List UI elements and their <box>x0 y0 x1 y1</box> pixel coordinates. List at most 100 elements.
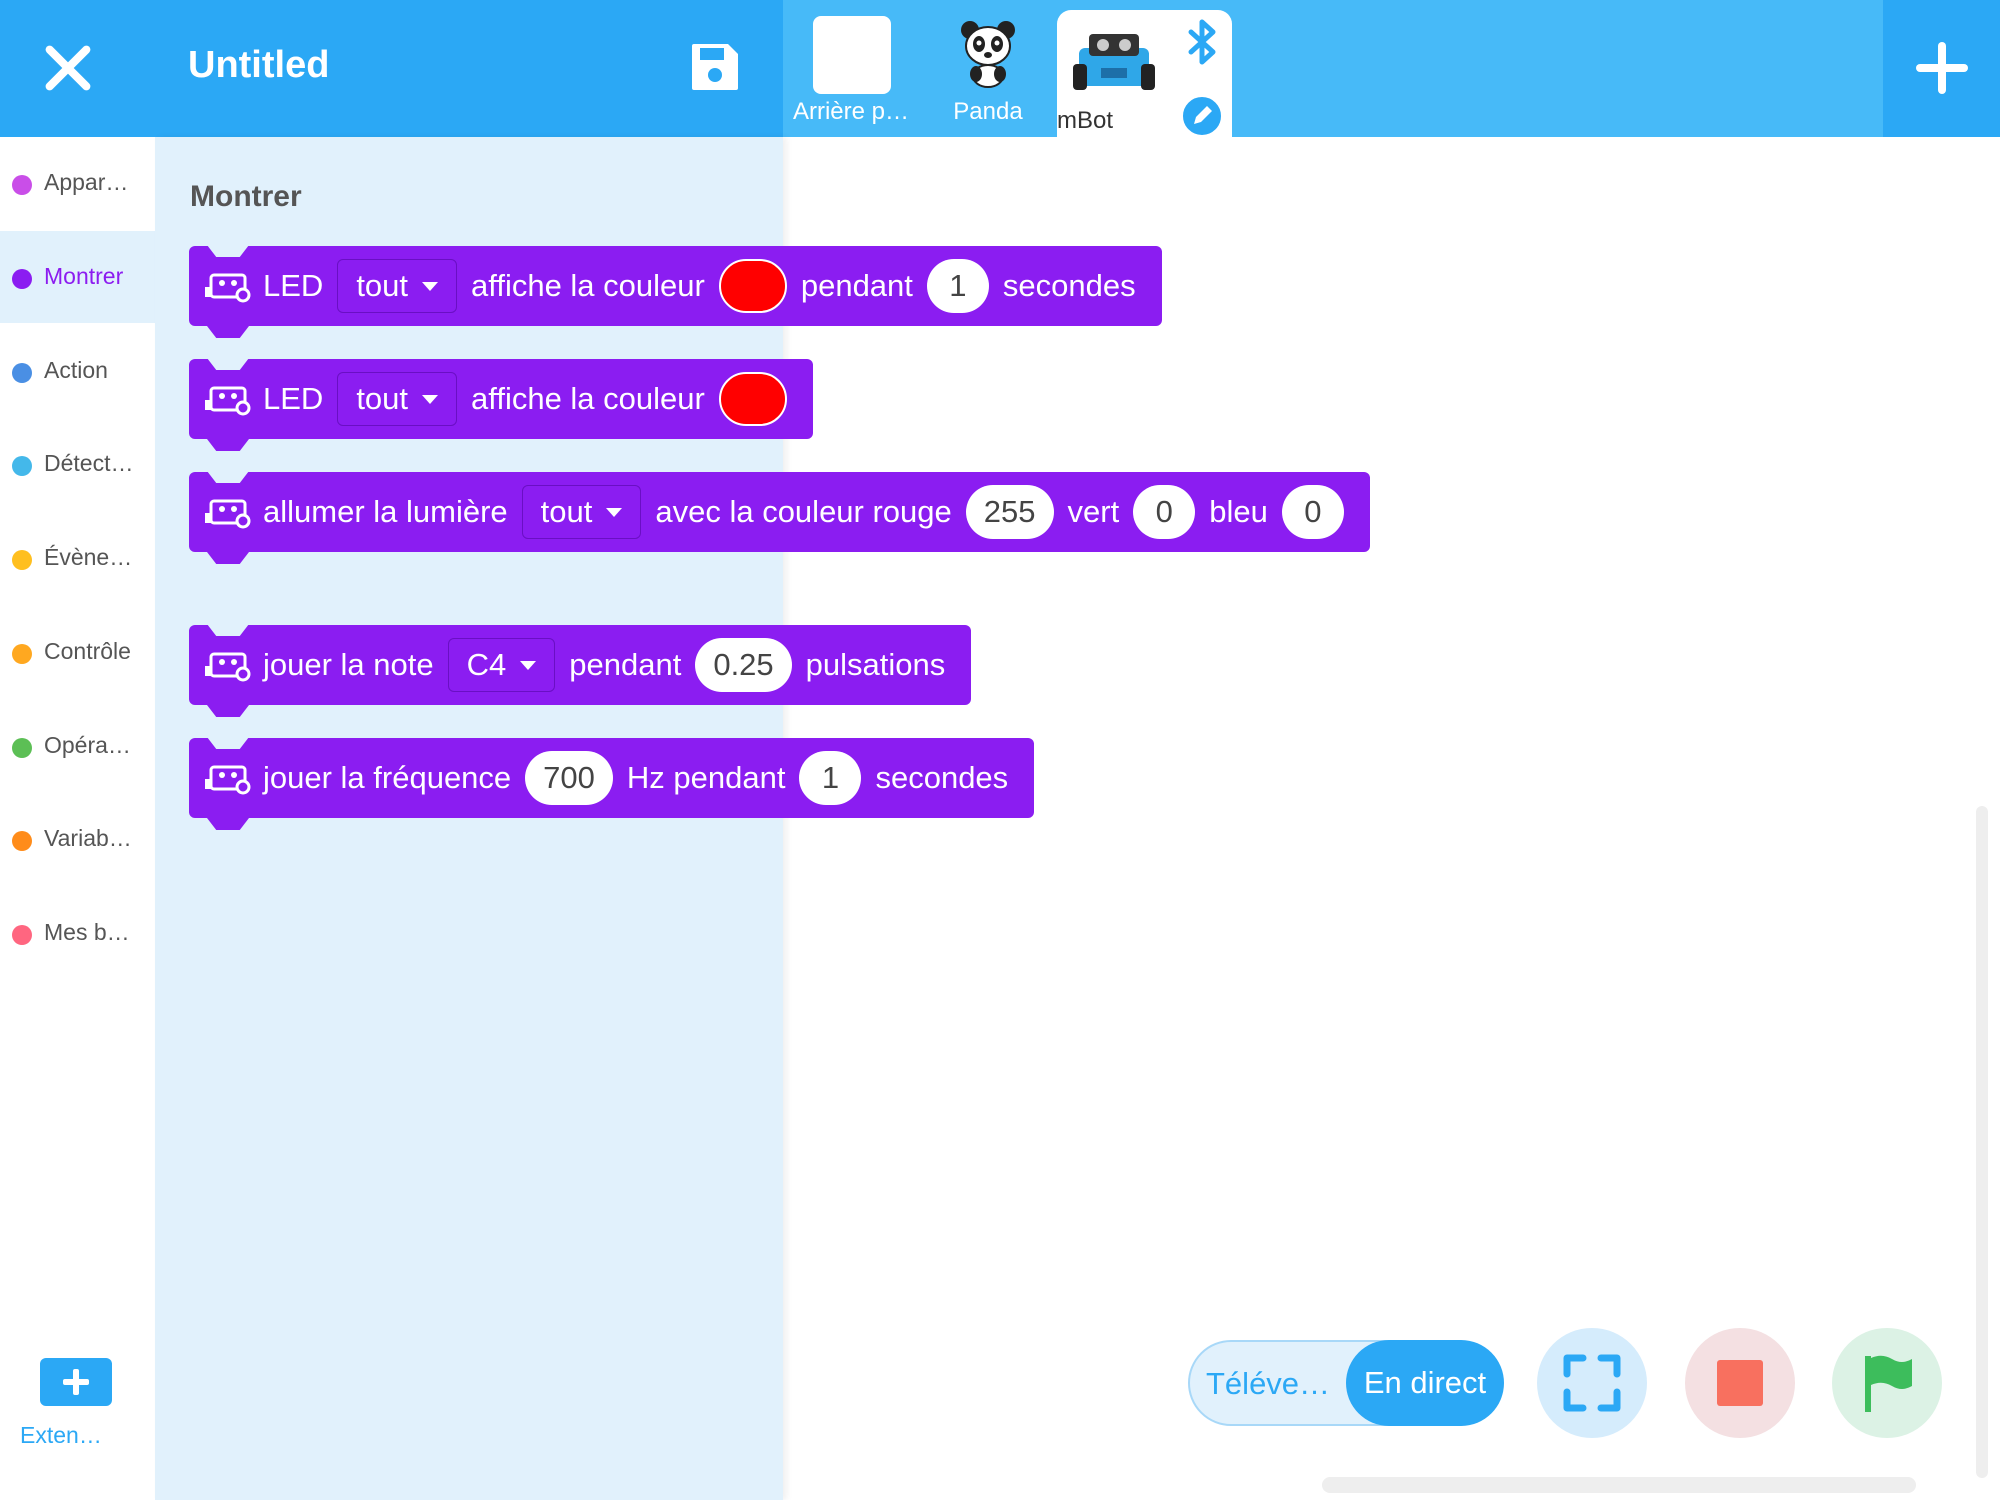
block-text: secondes <box>875 760 1009 795</box>
block-text: pendant <box>569 647 682 682</box>
blue-input[interactable]: 0 <box>1281 485 1344 539</box>
add-extension-button[interactable] <box>40 1358 112 1406</box>
sprite-label: Arrière p… <box>792 98 910 125</box>
category-control[interactable]: Contrôle <box>0 606 155 698</box>
caret-down-icon <box>422 394 439 404</box>
stop-button[interactable] <box>1685 1328 1795 1438</box>
robot-icon <box>205 652 251 682</box>
bluetooth-icon[interactable] <box>1183 18 1221 66</box>
color-picker[interactable] <box>718 372 787 426</box>
block-text: affiche la couleur <box>471 381 705 416</box>
dropdown-value: tout <box>356 381 409 416</box>
category-label: Variab… <box>44 825 132 851</box>
frequency-input[interactable]: 700 <box>525 751 613 805</box>
green-input[interactable]: 0 <box>1133 485 1196 539</box>
category-dot <box>12 175 32 195</box>
block-play-note[interactable]: jouer la note C4 pendant 0.25 pulsations <box>189 625 972 705</box>
dropdown-value: tout <box>540 494 593 529</box>
caret-down-icon <box>520 660 537 670</box>
stop-icon <box>1717 1360 1763 1406</box>
block-text: avec la couleur rouge <box>655 494 952 529</box>
category-label: Appar… <box>44 169 129 195</box>
caret-down-icon <box>422 281 439 291</box>
robot-icon <box>205 386 251 416</box>
project-title[interactable]: Untitled <box>188 44 329 87</box>
category-events[interactable]: Évène… <box>0 512 155 604</box>
sprite-label: Panda <box>953 98 1023 125</box>
block-text: pendant <box>800 268 913 303</box>
vertical-scrollbar[interactable] <box>1976 806 1988 1478</box>
upload-live-toggle[interactable]: Téléve… En direct <box>1188 1340 1504 1426</box>
robot-icon <box>205 499 251 529</box>
live-mode-button[interactable]: En direct <box>1346 1340 1504 1426</box>
add-sprite-button[interactable] <box>1916 42 1968 94</box>
block-light-rgb[interactable]: allumer la lumière tout avec la couleur … <box>189 472 1370 552</box>
category-label: Contrôle <box>44 638 131 664</box>
category-dot <box>12 738 32 758</box>
note-dropdown[interactable]: C4 <box>447 638 556 692</box>
block-text: pulsations <box>805 647 946 682</box>
category-label: Détect… <box>44 450 134 476</box>
panda-icon <box>961 21 1015 88</box>
block-palette <box>155 137 783 1500</box>
block-led-color-duration[interactable]: LED tout affiche la couleur pendant 1 se… <box>189 246 1162 326</box>
category-action[interactable]: Action <box>0 325 155 417</box>
category-my-blocks[interactable]: Mes b… <box>0 887 155 979</box>
category-show[interactable]: Montrer <box>0 231 155 323</box>
block-text: bleu <box>1209 494 1268 529</box>
caret-down-icon <box>606 507 623 517</box>
horizontal-scrollbar[interactable] <box>1322 1477 1916 1493</box>
block-text: LED <box>263 381 324 416</box>
green-flag-icon <box>1865 1355 1912 1412</box>
mbot-icon <box>1073 34 1155 90</box>
robot-icon <box>205 765 251 795</box>
fullscreen-icon <box>1563 1354 1621 1412</box>
block-text: jouer la note <box>263 647 434 682</box>
category-label: Mes b… <box>44 919 130 945</box>
led-target-dropdown[interactable]: tout <box>337 372 458 426</box>
block-text: affiche la couleur <box>471 268 705 303</box>
dropdown-value: C4 <box>466 647 507 682</box>
category-dot <box>12 831 32 851</box>
green-flag-button[interactable] <box>1832 1328 1942 1438</box>
block-text: secondes <box>1002 268 1136 303</box>
edit-icon[interactable] <box>1180 94 1224 138</box>
robot-icon <box>205 273 251 303</box>
category-dot <box>12 363 32 383</box>
category-appearance[interactable]: Appar… <box>0 137 155 229</box>
palette-section-title: Montrer <box>190 180 302 213</box>
category-variables[interactable]: Variab… <box>0 793 155 885</box>
block-led-color[interactable]: LED tout affiche la couleur <box>189 359 813 439</box>
sprite-backdrop[interactable]: Arrière p… <box>786 14 916 132</box>
block-text: jouer la fréquence <box>263 760 512 795</box>
category-dot <box>12 925 32 945</box>
block-text: allumer la lumière <box>263 494 508 529</box>
category-label: Opéra… <box>44 732 131 758</box>
block-text: vert <box>1067 494 1120 529</box>
category-label: Évène… <box>44 544 133 570</box>
duration-input[interactable]: 1 <box>799 751 862 805</box>
block-text: Hz pendant <box>626 760 786 795</box>
color-picker[interactable] <box>718 259 787 313</box>
category-sensing[interactable]: Détect… <box>0 418 155 510</box>
block-text: LED <box>263 268 324 303</box>
sprite-label: mBot <box>1057 107 1114 134</box>
dropdown-value: tout <box>356 268 409 303</box>
upload-mode-button[interactable]: Téléve… <box>1206 1366 1330 1402</box>
fullscreen-button[interactable] <box>1537 1328 1647 1438</box>
led-target-dropdown[interactable]: tout <box>337 259 458 313</box>
save-icon[interactable] <box>688 40 742 94</box>
duration-input[interactable]: 1 <box>926 259 989 313</box>
red-input[interactable]: 255 <box>965 485 1054 539</box>
category-operators[interactable]: Opéra… <box>0 700 155 792</box>
category-dot <box>12 550 32 570</box>
block-play-frequency[interactable]: jouer la fréquence 700 Hz pendant 1 seco… <box>189 738 1035 818</box>
extensions-label[interactable]: Exten… <box>20 1422 102 1449</box>
category-dot <box>12 644 32 664</box>
light-target-dropdown[interactable]: tout <box>521 485 642 539</box>
close-button[interactable] <box>40 40 96 96</box>
sprite-panda[interactable]: Panda <box>923 14 1053 132</box>
beats-input[interactable]: 0.25 <box>695 638 792 692</box>
category-label: Montrer <box>44 263 124 289</box>
backdrop-thumbnail <box>813 16 891 94</box>
